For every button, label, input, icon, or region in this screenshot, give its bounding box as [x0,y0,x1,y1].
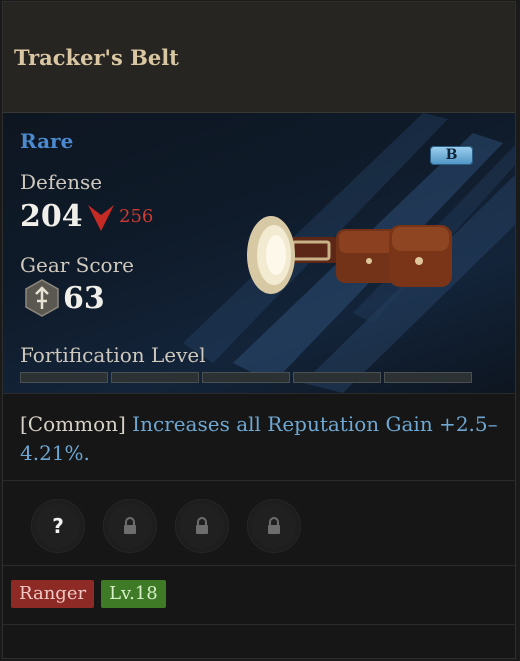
item-effect: [Common] Increases all Reputation Gain +… [20,410,500,468]
item-image [247,216,452,294]
level-requirement-tag: Lv.18 [101,580,166,608]
socket-locked[interactable] [103,499,157,553]
socket-unknown[interactable]: ? [31,499,85,553]
requirements-row: Ranger Lv.18 [11,580,166,608]
item-name: Tracker's Belt [14,45,179,70]
socket-locked[interactable] [247,499,301,553]
defense-label: Defense [20,170,103,194]
socket-row: ? [31,499,301,553]
fortification-segment [202,372,290,383]
divider [3,480,515,481]
title-bar: Tracker's Belt [3,2,515,113]
item-tooltip: Tracker's Belt Rare B Defense 204 256 Ge… [2,1,516,659]
lock-icon [196,517,208,534]
lock-icon [124,517,136,534]
question-icon: ? [52,514,64,538]
class-requirement-tag: Ranger [11,580,95,608]
fortification-segment [111,372,199,383]
gear-score-icon [25,279,59,317]
fortification-bar [20,372,472,383]
defense-compare-value: 256 [119,206,154,227]
socket-locked[interactable] [175,499,229,553]
fortification-segment [293,372,381,383]
lock-icon [268,517,280,534]
effect-tag: [Common] [20,412,126,436]
divider [3,565,515,566]
grade-badge: B [430,146,473,165]
fortification-label: Fortification Level [20,343,206,367]
decrease-arrow-icon [88,205,114,231]
rarity-label: Rare [20,129,74,153]
divider [3,624,515,625]
stats-section: Rare B Defense 204 256 Gear Score 63 For [3,113,515,393]
gear-score-value: 63 [63,281,105,316]
fortification-segment [20,372,108,383]
gear-score-label: Gear Score [20,253,134,277]
divider [3,393,515,394]
fortification-segment [384,372,472,383]
defense-value: 204 [20,199,83,234]
